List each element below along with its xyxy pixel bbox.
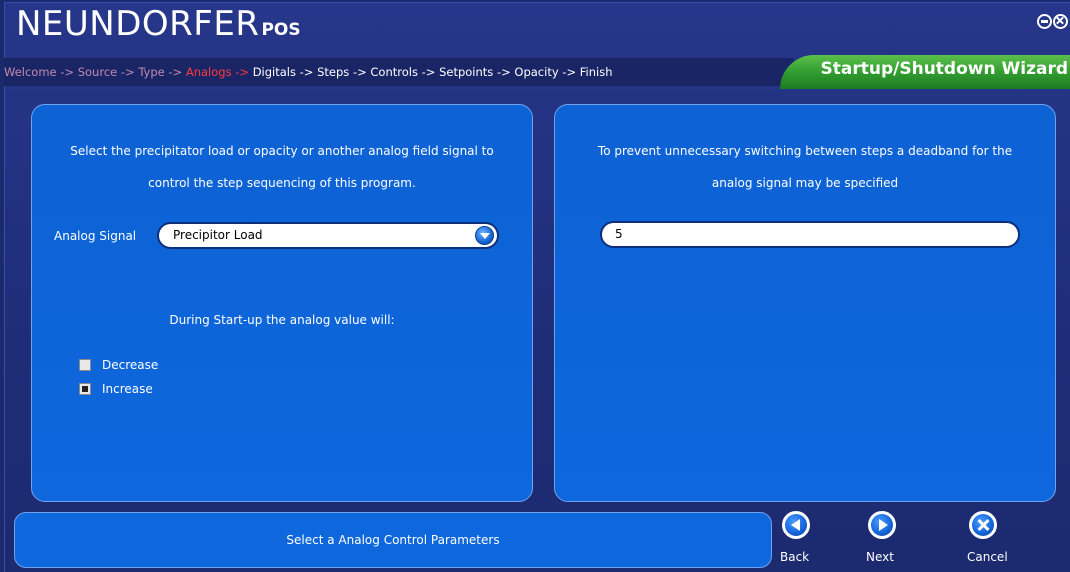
option-increase[interactable]: Increase bbox=[79, 382, 153, 396]
during-startup-label: During Start-up the analog value will: bbox=[169, 313, 395, 327]
breadcrumb-step-analogs[interactable]: Analogs bbox=[186, 65, 232, 79]
app-title-suffix: POS bbox=[261, 20, 301, 40]
analog-description: Select the precipitator load or opacity … bbox=[32, 135, 532, 199]
cancel-label: Cancel bbox=[967, 550, 1008, 564]
next-button[interactable]: Next bbox=[857, 511, 907, 564]
analog-signal-label: Analog Signal bbox=[54, 229, 137, 243]
chevron-down-icon[interactable] bbox=[475, 226, 494, 245]
breadcrumb-step-digitals[interactable]: Digitals bbox=[253, 65, 296, 79]
analog-description-line2: control the step sequencing of this prog… bbox=[148, 176, 416, 190]
breadcrumb-separator: -> bbox=[417, 65, 440, 79]
cancel-x-icon bbox=[972, 514, 994, 536]
breadcrumb-separator: -> bbox=[164, 65, 186, 79]
breadcrumb-separator: -> bbox=[56, 65, 78, 79]
breadcrumb-step-opacity[interactable]: Opacity bbox=[514, 65, 558, 79]
back-button[interactable]: Back bbox=[771, 511, 821, 564]
next-label: Next bbox=[866, 550, 894, 564]
window-controls bbox=[1037, 14, 1068, 29]
app-title: NEUNDORFER POS bbox=[16, 2, 301, 52]
breadcrumb-step-welcome[interactable]: Welcome bbox=[4, 65, 57, 79]
deadband-description-line2: analog signal may be specified bbox=[711, 176, 899, 190]
decrease-label: Decrease bbox=[102, 358, 159, 372]
analog-signal-panel: Select the precipitator load or opacity … bbox=[31, 104, 533, 502]
close-icon[interactable] bbox=[1053, 14, 1068, 29]
wizard-title: Startup/Shutdown Wizard bbox=[780, 55, 1070, 89]
breadcrumb-separator: -> bbox=[349, 65, 371, 79]
back-arrow-icon bbox=[791, 519, 800, 531]
minimize-icon[interactable] bbox=[1037, 14, 1052, 29]
increase-label: Increase bbox=[102, 382, 153, 396]
breadcrumb-separator: -> bbox=[493, 65, 515, 79]
breadcrumb-separator: -> bbox=[296, 65, 318, 79]
breadcrumb-step-type[interactable]: Type bbox=[138, 65, 164, 79]
breadcrumb-separator: -> bbox=[231, 65, 253, 79]
breadcrumb-step-source[interactable]: Source bbox=[78, 65, 118, 79]
deadband-description-line1: To prevent unnecessary switching between… bbox=[597, 144, 1013, 158]
status-bar: Select a Analog Control Parameters bbox=[14, 512, 772, 568]
analog-signal-select[interactable]: Precipitor Load bbox=[157, 222, 499, 249]
cancel-button[interactable]: Cancel bbox=[958, 511, 1008, 564]
decrease-checkbox[interactable] bbox=[79, 359, 91, 371]
back-label: Back bbox=[780, 550, 810, 564]
breadcrumb-step-controls[interactable]: Controls bbox=[370, 65, 418, 79]
deadband-input[interactable]: 5 bbox=[600, 221, 1020, 248]
breadcrumb-step-finish[interactable]: Finish bbox=[580, 65, 613, 79]
breadcrumb-separator: -> bbox=[117, 65, 139, 79]
breadcrumb-step-setpoints[interactable]: Setpoints bbox=[439, 65, 493, 79]
breadcrumb: Welcome -> Source -> Type -> Analogs -> … bbox=[4, 58, 794, 86]
app-title-text: NEUNDORFER bbox=[16, 4, 260, 44]
next-arrow-icon bbox=[879, 519, 888, 531]
deadband-panel: To prevent unnecessary switching between… bbox=[554, 104, 1056, 502]
analog-description-line1: Select the precipitator load or opacity … bbox=[70, 144, 494, 158]
breadcrumb-step-steps[interactable]: Steps bbox=[317, 65, 349, 79]
increase-checkbox[interactable] bbox=[79, 383, 91, 395]
option-decrease[interactable]: Decrease bbox=[79, 358, 158, 372]
analog-signal-value: Precipitor Load bbox=[173, 228, 263, 242]
deadband-description: To prevent unnecessary switching between… bbox=[555, 135, 1055, 199]
breadcrumb-separator: -> bbox=[558, 65, 580, 79]
